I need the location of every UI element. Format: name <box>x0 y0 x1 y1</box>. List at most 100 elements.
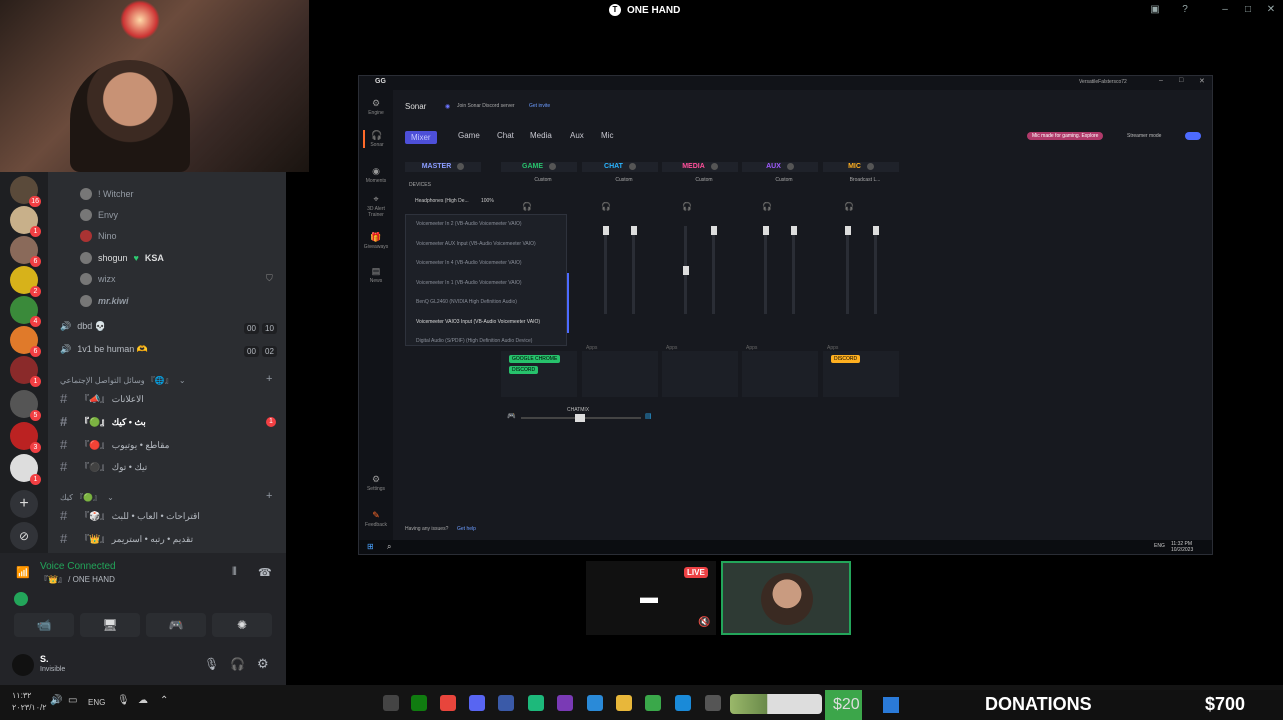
settings-icon[interactable] <box>866 162 874 170</box>
minimize-icon[interactable]: – <box>1219 4 1231 16</box>
chatmix-handle[interactable] <box>575 414 585 422</box>
app-icon[interactable] <box>383 695 399 711</box>
device-option[interactable]: Voicemeeter VAIO3 Input (VB-Audio Voicem… <box>416 319 540 325</box>
disconnect-icon[interactable]: ☎ <box>258 566 272 579</box>
sidebar-item-moments[interactable]: ◉ Moments <box>363 166 389 184</box>
explore-icon[interactable]: ⊘ <box>10 522 38 550</box>
activity-icon[interactable] <box>14 592 28 606</box>
search-icon[interactable]: ⌕ <box>387 542 391 552</box>
folder-icon[interactable] <box>616 695 632 711</box>
chat-fader[interactable] <box>710 226 717 314</box>
settings-icon[interactable] <box>549 162 556 170</box>
sidebar-item-giveaways[interactable]: 🎁 Giveaways <box>363 232 389 250</box>
add-server-icon[interactable]: + <box>10 490 38 518</box>
tab-aux[interactable]: Aux <box>570 131 584 140</box>
app-chip[interactable]: GOOGLE CHROME <box>509 355 561 363</box>
inbox-icon[interactable]: ▣ <box>1149 4 1161 16</box>
app-icon[interactable] <box>705 695 721 711</box>
fader-handle[interactable] <box>602 226 609 235</box>
text-channel[interactable]: # 『📣』 الاعلانات <box>60 391 144 406</box>
tab-mixer[interactable]: Mixer <box>405 131 437 144</box>
microphone-icon[interactable]: 🎙 <box>117 695 130 706</box>
server-icon[interactable]: 6 <box>10 326 41 357</box>
promo-badge[interactable]: Mic made for gaming. Explore <box>1027 132 1104 140</box>
headphones-icon[interactable]: 🎧 <box>522 202 532 211</box>
sidebar-item-news[interactable]: ▤ News <box>363 266 389 284</box>
aux-fader[interactable] <box>844 226 851 314</box>
xbox-icon[interactable] <box>411 695 427 711</box>
voice-member[interactable]: wizx <box>80 273 116 285</box>
server-icon[interactable]: 5 <box>10 390 41 421</box>
app-icon[interactable] <box>587 695 603 711</box>
settings-icon[interactable] <box>786 162 794 170</box>
text-channel[interactable]: # 『⚫』 تيك • توك <box>60 459 147 474</box>
add-channel-icon[interactable]: + <box>266 490 272 502</box>
close-icon[interactable] <box>457 162 465 170</box>
close-icon[interactable]: ✕ <box>1199 77 1205 85</box>
noise-suppression-icon[interactable]: ⦀ <box>232 566 237 579</box>
server-icon[interactable]: 4 <box>10 296 41 327</box>
fader-handle[interactable] <box>790 226 797 235</box>
category-header[interactable]: وسائل التواصل الإجتماعي 『🌐』 ⌄ <box>60 375 186 386</box>
tab-chat[interactable]: Chat <box>497 131 514 140</box>
device-option[interactable]: Voicemeeter In 2 (VB-Audio Voicemeeter V… <box>416 221 522 227</box>
app-icon[interactable] <box>528 695 544 711</box>
tab-mic[interactable]: Mic <box>601 131 613 140</box>
tab-media[interactable]: Media <box>530 131 552 140</box>
headphones-icon[interactable]: 🎧 <box>682 202 692 211</box>
settings-icon[interactable] <box>628 162 636 170</box>
aux-fader[interactable] <box>872 226 879 314</box>
maximize-icon[interactable]: □ <box>1242 4 1254 16</box>
game-fader[interactable] <box>602 226 609 314</box>
voice-channel[interactable]: 🔊 1v1 be human 🫶 <box>60 344 148 355</box>
fader-handle[interactable] <box>710 226 717 235</box>
app-icon[interactable] <box>645 695 661 711</box>
server-icon[interactable]: 16 <box>10 176 41 207</box>
screen-share-tile[interactable]: LIVE ▬ 🔇 <box>586 561 716 635</box>
volume-icon[interactable]: 🔊 <box>50 695 62 706</box>
screen-share-button[interactable]: 🖥 <box>80 613 140 637</box>
fader-handle[interactable] <box>762 226 769 235</box>
server-icon[interactable]: 2 <box>10 266 41 297</box>
app-chip[interactable]: DISCORD <box>509 366 539 374</box>
headphones-icon[interactable]: 🎧 <box>230 657 245 671</box>
device-option[interactable]: BenQ GL2460 (NVIDIA High Definition Audi… <box>416 299 517 305</box>
device-option[interactable]: Voicemeeter AUX Input (VB-Audio Voicemee… <box>416 241 536 247</box>
app-icon[interactable] <box>557 695 573 711</box>
text-channel[interactable]: # 『🎲』 اقتراحات • العاب • للبث <box>60 508 200 523</box>
edge-icon[interactable] <box>675 695 691 711</box>
minimize-icon[interactable]: – <box>1159 77 1163 84</box>
voice-member[interactable]: ! Witcher <box>80 188 134 200</box>
start-icon[interactable]: ⊞ <box>367 542 374 551</box>
media-fader[interactable] <box>790 226 797 314</box>
voice-member[interactable]: Nino <box>80 230 117 242</box>
server-icon[interactable]: 1 <box>10 454 41 485</box>
device-option[interactable]: Voicemeeter In 1 (VB-Audio Voicemeeter V… <box>416 280 522 286</box>
activities-button[interactable]: 🎮 <box>146 613 206 637</box>
game-fader[interactable] <box>630 226 637 314</box>
app-icon[interactable] <box>498 695 514 711</box>
fader-handle[interactable] <box>630 226 637 235</box>
chat-fader[interactable] <box>682 226 689 314</box>
display-icon[interactable]: ▭ <box>68 695 77 706</box>
soundboard-button[interactable]: ✺ <box>212 613 272 637</box>
text-channel[interactable]: # 『🟢』 بث • كيك <box>60 414 146 429</box>
server-icon[interactable]: 1 <box>10 356 41 387</box>
camera-button[interactable]: 📹 <box>14 613 74 637</box>
text-channel[interactable]: # 『🔴』 مقاطع • يوتيوب <box>60 437 169 452</box>
chatmix-slider[interactable] <box>521 414 641 422</box>
video-tile[interactable] <box>721 561 851 635</box>
voice-member[interactable]: mr.kiwi <box>80 295 129 307</box>
device-option[interactable]: Digital Audio (S/PDIF) (High Definition … <box>416 338 532 344</box>
mute-icon[interactable]: 🔇 <box>698 617 710 628</box>
app-chip[interactable]: DISCORD <box>831 355 861 363</box>
category-header[interactable]: كيك 『🟢』 ⌄ <box>60 492 114 503</box>
sidebar-item-sonar[interactable]: 🎧 Sonar <box>363 130 389 148</box>
voice-member[interactable]: Envy <box>80 209 118 221</box>
headphones-icon[interactable]: 🎧 <box>762 202 772 211</box>
help-icon[interactable]: ? <box>1179 4 1191 16</box>
server-icon[interactable]: 3 <box>10 422 41 453</box>
add-channel-icon[interactable]: + <box>266 373 272 385</box>
dropdown-scrollbar[interactable] <box>567 273 569 333</box>
microphone-icon[interactable]: 🎙 <box>204 657 219 671</box>
